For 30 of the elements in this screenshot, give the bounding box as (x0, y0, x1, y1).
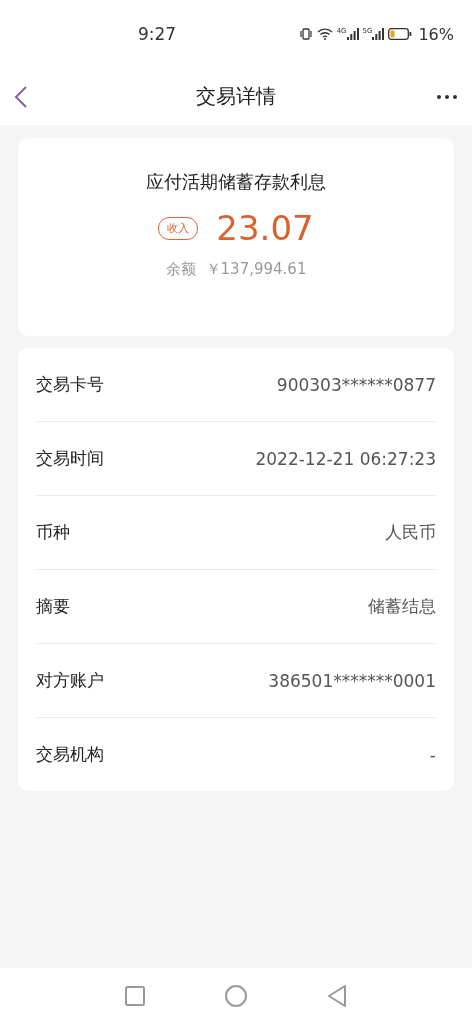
transaction-title: 应付活期储蓄存款利息 (146, 170, 326, 194)
wifi-icon (316, 28, 333, 40)
detail-label: 摘要 (36, 595, 70, 618)
income-tag: 收入 (158, 216, 199, 240)
detail-label: 交易时间 (36, 447, 104, 470)
detail-label: 对方账户 (36, 669, 104, 692)
status-time: 9:27 (138, 24, 177, 44)
detail-value: 人民币 (385, 521, 436, 544)
battery-percent: 16% (418, 24, 454, 44)
battery-icon (388, 28, 413, 40)
home-icon[interactable] (225, 985, 247, 1007)
detail-value: 386501*******0001 (268, 670, 436, 691)
balance-value: ￥137,994.61 (205, 260, 307, 279)
recents-icon[interactable] (125, 986, 145, 1006)
back-icon[interactable] (14, 84, 28, 109)
signal-icon (346, 28, 359, 40)
detail-label: 币种 (36, 521, 70, 544)
vibrate-icon (298, 28, 313, 40)
back-nav-icon[interactable] (327, 985, 347, 1007)
more-icon[interactable] (436, 93, 458, 100)
signal-icon (372, 28, 385, 40)
amount: 23.07 (216, 208, 314, 248)
detail-label: 交易机构 (36, 743, 104, 766)
detail-value: 储蓄结息 (368, 595, 436, 618)
detail-value: - (429, 744, 436, 765)
detail-label: 交易卡号 (36, 373, 104, 396)
detail-value: 900303******0877 (276, 374, 436, 395)
balance-label: 余额 (165, 260, 196, 279)
detail-value: 2022-12-21 06:27:23 (255, 448, 436, 469)
page-title: 交易详情 (196, 83, 276, 110)
